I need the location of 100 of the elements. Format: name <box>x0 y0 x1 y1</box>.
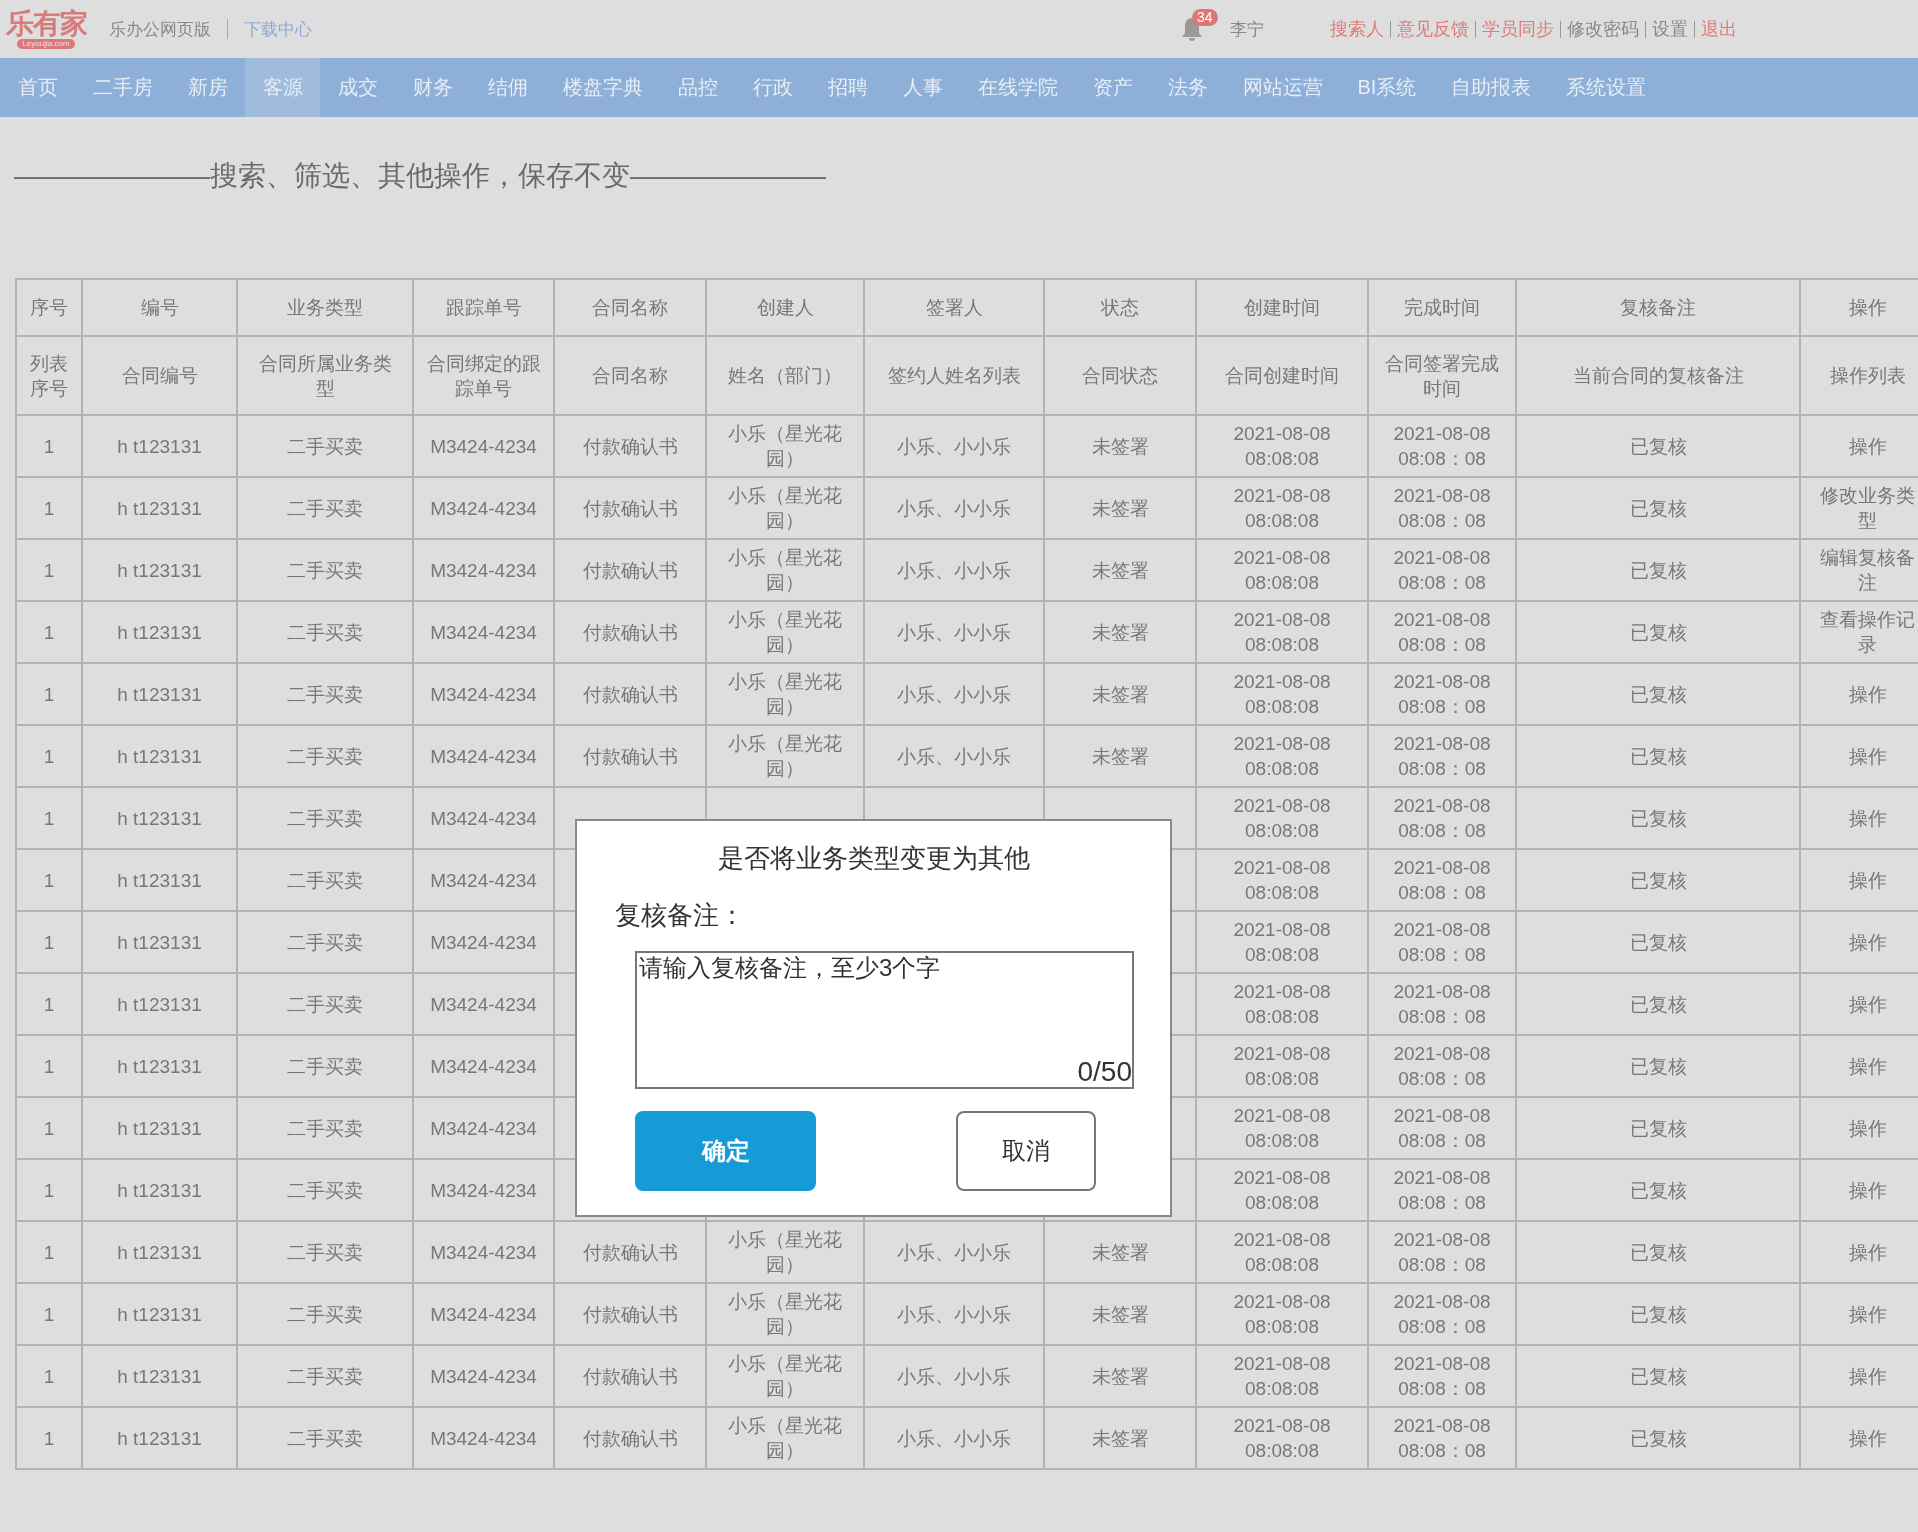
table-cell-text: 1 <box>42 992 56 1017</box>
table-cell-text: 未签署 <box>1090 1364 1150 1389</box>
nav-tab[interactable]: 新房 <box>170 58 245 117</box>
table-cell-text: 小乐、小小乐 <box>896 744 1012 769</box>
table-cell-text: 二手买卖 <box>286 992 364 1017</box>
table-cell-text: 2021-08-08 08:08:08 <box>1232 732 1332 781</box>
nav-tab[interactable]: 品控 <box>660 58 735 117</box>
nav-tab[interactable]: 财务 <box>395 58 470 117</box>
header-link[interactable]: 退出 <box>1701 17 1737 41</box>
column-header: 创建时间 <box>1196 279 1368 336</box>
table-cell-text: M3424-4234 <box>429 1302 538 1327</box>
table-cell-text: 已复核 <box>1628 992 1688 1017</box>
table-cell-text: 小乐、小小乐 <box>896 496 1012 521</box>
table-cell-text: 二手买卖 <box>286 496 364 521</box>
table-cell-text: 二手买卖 <box>286 620 364 645</box>
table-cell-text: h t123131 <box>116 1178 203 1203</box>
nav-tab[interactable]: 在线学院 <box>960 58 1075 117</box>
table-cell-text: 二手买卖 <box>286 1240 364 1265</box>
table-cell-text: 2021-08-08 08:08：08 <box>1392 794 1492 843</box>
table-cell-text: h t123131 <box>116 1240 203 1265</box>
table-cell-text: 二手买卖 <box>286 868 364 893</box>
table-cell-text: 2021-08-08 08:08:08 <box>1232 1166 1332 1215</box>
table-cell-text: 小乐、小小乐 <box>896 682 1012 707</box>
table-cell-text: 小乐（星光花园） <box>727 1290 843 1339</box>
table-cell-text: 二手买卖 <box>286 558 364 583</box>
remark-textarea[interactable]: 请输入复核备注，至少3个字 0/50 <box>635 951 1134 1089</box>
column-description: 合同名称 <box>554 336 706 415</box>
table-cell-text: 小乐（星光花园） <box>727 422 843 471</box>
table-cell-text: 二手买卖 <box>286 1054 364 1079</box>
confirm-button[interactable]: 确定 <box>635 1111 816 1191</box>
table-cell-text: 已复核 <box>1628 682 1688 707</box>
table-cell-text: M3424-4234 <box>429 682 538 707</box>
nav-tab[interactable]: 网站运营 <box>1225 58 1340 117</box>
table-cell-text: 付款确认书 <box>581 558 679 583</box>
table-cell-text: 2021-08-08 08:08：08 <box>1392 1042 1492 1091</box>
table-cell-text: 2021-08-08 08:08：08 <box>1392 732 1492 781</box>
download-link[interactable]: 下载中心 <box>244 17 312 41</box>
table-cell-text: h t123131 <box>116 558 203 583</box>
table-cell-text: M3424-4234 <box>429 620 538 645</box>
table-cell-text: 未签署 <box>1090 620 1150 645</box>
table-cell-text: 2021-08-08 08:08:08 <box>1232 422 1332 471</box>
nav-tab[interactable]: 自助报表 <box>1433 58 1549 117</box>
user-name: 李宁 <box>1230 18 1264 41</box>
table-cell-text: M3424-4234 <box>429 558 538 583</box>
nav-tab[interactable]: 资产 <box>1075 58 1150 117</box>
table-cell-text: h t123131 <box>116 1302 203 1327</box>
table-cell-text: 未签署 <box>1090 682 1150 707</box>
character-counter: 0/50 <box>1077 1057 1132 1087</box>
table-cell-text: 付款确认书 <box>581 434 679 459</box>
column-header: 跟踪单号 <box>413 279 554 336</box>
table-cell-text: 1 <box>42 682 56 707</box>
table-cell-text: M3424-4234 <box>429 1116 538 1141</box>
table-cell-text: 二手买卖 <box>286 744 364 769</box>
table-cell-text: 二手买卖 <box>286 1364 364 1389</box>
nav-tab[interactable]: BI系统 <box>1340 58 1434 117</box>
nav-tab[interactable]: 行政 <box>735 58 810 117</box>
nav-tab[interactable]: 招聘 <box>810 58 885 117</box>
header-link[interactable]: 意见反馈 <box>1397 17 1469 41</box>
header-link[interactable]: 搜索人 <box>1330 17 1384 41</box>
nav-tab[interactable]: 楼盘字典 <box>545 58 660 117</box>
notification-badge: 34 <box>1192 9 1218 26</box>
nav-tab[interactable]: 法务 <box>1150 58 1225 117</box>
nav-tab[interactable]: 结佣 <box>470 58 545 117</box>
table-cell-text: 1 <box>42 1240 56 1265</box>
header-link[interactable]: 修改密码 <box>1567 17 1639 41</box>
cancel-button[interactable]: 取消 <box>956 1111 1096 1191</box>
table-cell-text: 未签署 <box>1090 434 1150 459</box>
table-cell-text: 2021-08-08 08:08：08 <box>1392 1104 1492 1153</box>
nav-tab[interactable]: 成交 <box>320 58 395 117</box>
column-description: 姓名（部门） <box>706 336 864 415</box>
nav-tab[interactable]: 二手房 <box>75 58 170 117</box>
table-cell-text: h t123131 <box>116 1054 203 1079</box>
column-header: 序号 <box>16 279 82 336</box>
table-cell-text: 2021-08-08 08:08:08 <box>1232 608 1332 657</box>
header-link[interactable]: 学员同步 <box>1482 17 1554 41</box>
header-link[interactable]: 设置 <box>1652 17 1688 41</box>
nav-tab[interactable]: 客源 <box>245 58 320 117</box>
section-note: ———————搜索、筛选、其他操作，保存不变——————— <box>14 160 826 191</box>
nav-tab[interactable]: 人事 <box>885 58 960 117</box>
table-cell-text: 2021-08-08 08:08：08 <box>1392 1166 1492 1215</box>
table-cell-text: M3424-4234 <box>429 930 538 955</box>
nav-tab[interactable]: 首页 <box>0 58 75 117</box>
table-cell-text: 1 <box>42 434 56 459</box>
table-cell-text: M3424-4234 <box>429 992 538 1017</box>
app-name: 乐办公网页版 <box>109 18 211 41</box>
table-cell-text: 1 <box>42 1426 56 1451</box>
table-cell-text: M3424-4234 <box>429 1364 538 1389</box>
table-cell-text: 付款确认书 <box>581 1426 679 1451</box>
table-cell-text: 2021-08-08 08:08:08 <box>1232 1352 1332 1401</box>
table-cell-text: 已复核 <box>1628 558 1688 583</box>
table-cell-text: 2021-08-08 08:08:08 <box>1232 1228 1332 1277</box>
table-cell-text: 1 <box>42 1178 56 1203</box>
table-cell-text: 二手买卖 <box>286 1426 364 1451</box>
table-cell-text: 已复核 <box>1628 620 1688 645</box>
table-cell-text: M3424-4234 <box>429 1240 538 1265</box>
table-cell-text: 已复核 <box>1628 1302 1688 1327</box>
table-cell-text: 付款确认书 <box>581 1302 679 1327</box>
nav-tab[interactable]: 系统设置 <box>1548 58 1664 117</box>
table-cell-text: 已复核 <box>1628 1426 1688 1451</box>
column-description: 合同编号 <box>82 336 237 415</box>
